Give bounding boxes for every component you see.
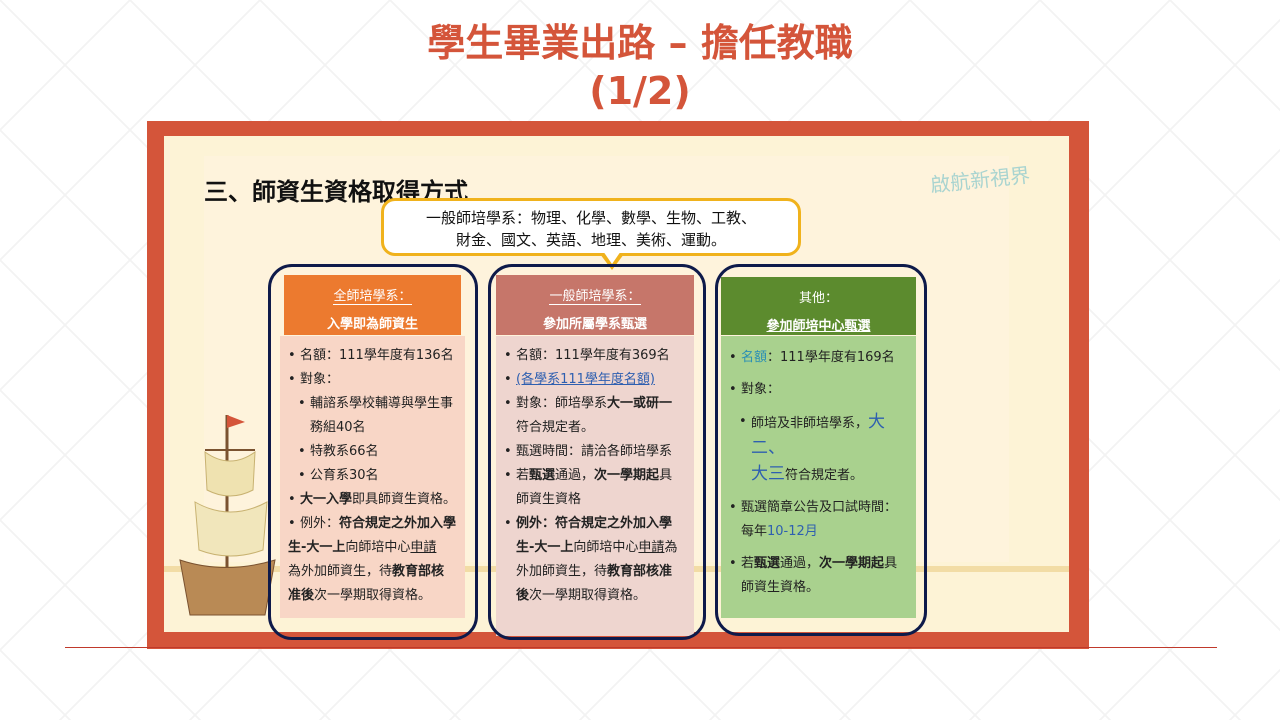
- highlight-ring: [715, 264, 927, 636]
- bubble-line: 財金、國文、英語、地理、美術、運動。: [455, 231, 726, 249]
- highlight-ring: [268, 264, 478, 640]
- bubble-tail-inner: [603, 251, 621, 264]
- bubble-line: 一般師培學系：物理、化學、數學、生物、工教、: [425, 209, 756, 227]
- speech-bubble: 一般師培學系：物理、化學、數學、生物、工教、 財金、國文、英語、地理、美術、運動…: [381, 198, 801, 256]
- slide-title: 學生畢業出路 – 擔任教職: [427, 21, 853, 65]
- highlight-ring: [488, 264, 706, 640]
- slide-title-page: (1/2): [589, 69, 691, 113]
- footer-divider: [65, 647, 1217, 648]
